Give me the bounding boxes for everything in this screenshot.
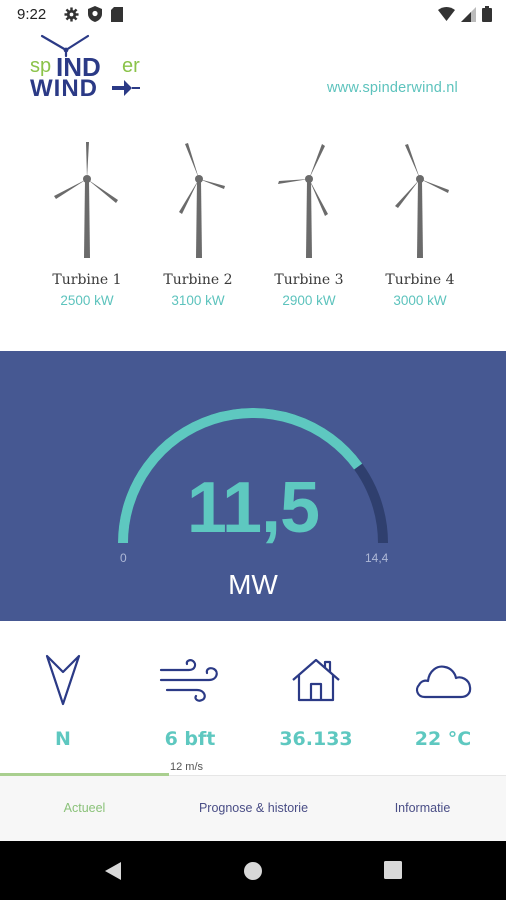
weather-stats: N 6 bft 36.133 22 °C [0, 650, 506, 775]
turbine-power: 2500 kW [60, 293, 114, 308]
wind-turbine-icon [179, 143, 225, 258]
turbine-card[interactable]: Turbine 2 3100 kW [143, 140, 253, 308]
power-unit: MW [228, 569, 278, 600]
stat-households: 36.133 [256, 650, 376, 750]
stat-temperature: 22 °C [383, 650, 503, 750]
status-time: 9:22 [17, 6, 47, 23]
tab-informatie[interactable]: Informatie [338, 801, 506, 815]
power-value: 11,5 [186, 468, 320, 548]
wind-direction-value: N [55, 728, 71, 750]
wind-turbine-icon [395, 144, 449, 258]
gear-icon [64, 6, 79, 22]
stat-wind-direction: N [3, 650, 123, 750]
turbine-card[interactable]: Turbine 1 2500 kW [32, 140, 142, 308]
turbine-name: Turbine 4 [385, 272, 455, 288]
wind-direction-arrow-icon [45, 654, 81, 706]
wind-speed-value: 6 bft [164, 728, 216, 750]
recents-icon[interactable] [384, 861, 402, 879]
stat-wind-speed: 6 bft [130, 650, 250, 750]
wifi-icon [438, 7, 455, 21]
turbine-list: Turbine 1 2500 kW Turbine 2 3100 kW Turb… [0, 140, 506, 330]
temperature-value: 22 °C [414, 728, 472, 750]
active-tab-indicator [0, 773, 169, 776]
home-icon[interactable] [243, 861, 263, 881]
tab-actueel[interactable]: Actueel [0, 801, 169, 815]
battery-icon [482, 6, 492, 22]
svg-text:er: er [122, 55, 140, 77]
turbine-card[interactable]: Turbine 3 2900 kW [254, 140, 364, 308]
status-bar: 9:22 [0, 0, 506, 32]
house-icon [292, 658, 340, 702]
power-gauge-panel: 11,5 MW 0 14,4 [0, 351, 506, 621]
svg-text:sp: sp [30, 55, 51, 77]
svg-text:WIND: WIND [30, 75, 98, 100]
turbine-power: 3100 kW [171, 293, 225, 308]
turbine-power: 3000 kW [393, 293, 447, 308]
back-icon[interactable] [103, 861, 123, 881]
bottom-navigation: Actueel Prognose & historie Informatie [0, 773, 506, 842]
wind-speed-ms: 12 m/s [170, 761, 204, 773]
wind-turbine-icon [278, 144, 328, 258]
shield-icon [88, 6, 102, 22]
tab-prognose-historie[interactable]: Prognose & historie [169, 801, 338, 815]
sd-card-icon [111, 6, 123, 22]
turbine-card[interactable]: Turbine 4 3000 kW [365, 140, 475, 308]
spinderwind-logo: sp IND er WIND [28, 34, 152, 102]
gauge-max-label: 14,4 [365, 551, 389, 565]
turbine-name: Turbine 2 [163, 272, 233, 288]
website-link[interactable]: www.spinderwind.nl [327, 80, 458, 96]
wind-turbine-icon [54, 142, 118, 258]
turbine-name: Turbine 1 [52, 272, 122, 288]
signal-icon [461, 6, 476, 22]
cloud-icon [415, 665, 472, 699]
system-navigation-bar [0, 841, 506, 900]
gauge-min-label: 0 [120, 551, 127, 565]
households-value: 36.133 [279, 728, 353, 750]
turbine-power: 2900 kW [282, 293, 336, 308]
turbine-name: Turbine 3 [274, 272, 344, 288]
wind-icon [159, 659, 218, 702]
